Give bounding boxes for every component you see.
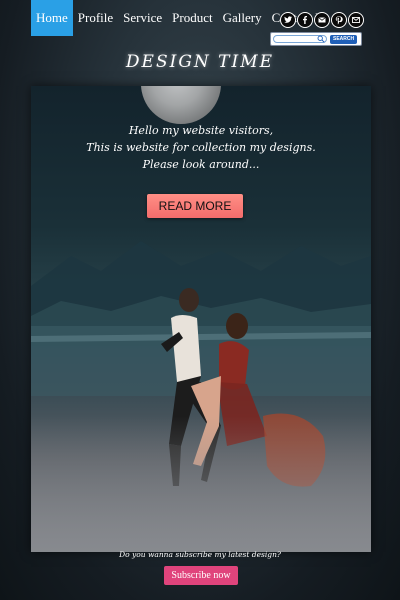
magnifier-icon[interactable] xyxy=(317,35,325,43)
search-bar: SEARCH xyxy=(270,32,362,46)
pinterest-icon[interactable] xyxy=(331,12,347,28)
facebook-icon[interactable] xyxy=(297,12,313,28)
nav-item-home[interactable]: Home xyxy=(31,0,73,36)
nav-item-profile[interactable]: Profile xyxy=(73,0,118,36)
subscribe-prompt: Do you wanna subscribe my latest design? xyxy=(119,550,281,559)
search-button[interactable]: SEARCH xyxy=(330,34,358,44)
nav-item-gallery[interactable]: Gallery xyxy=(218,0,267,36)
nav-item-product[interactable]: Product xyxy=(167,0,217,36)
twitter-icon[interactable] xyxy=(280,12,296,28)
social-icons xyxy=(280,12,364,28)
dancing-couple-image xyxy=(31,288,371,552)
message-icon[interactable] xyxy=(348,12,364,28)
hero-panel: Hello my website visitors, This is websi… xyxy=(31,86,371,552)
subscribe-button[interactable]: Subscribe now xyxy=(164,566,238,585)
site-title: DESIGN TIME xyxy=(125,52,275,72)
nav-item-service[interactable]: Service xyxy=(118,0,167,36)
mail-icon[interactable] xyxy=(314,12,330,28)
